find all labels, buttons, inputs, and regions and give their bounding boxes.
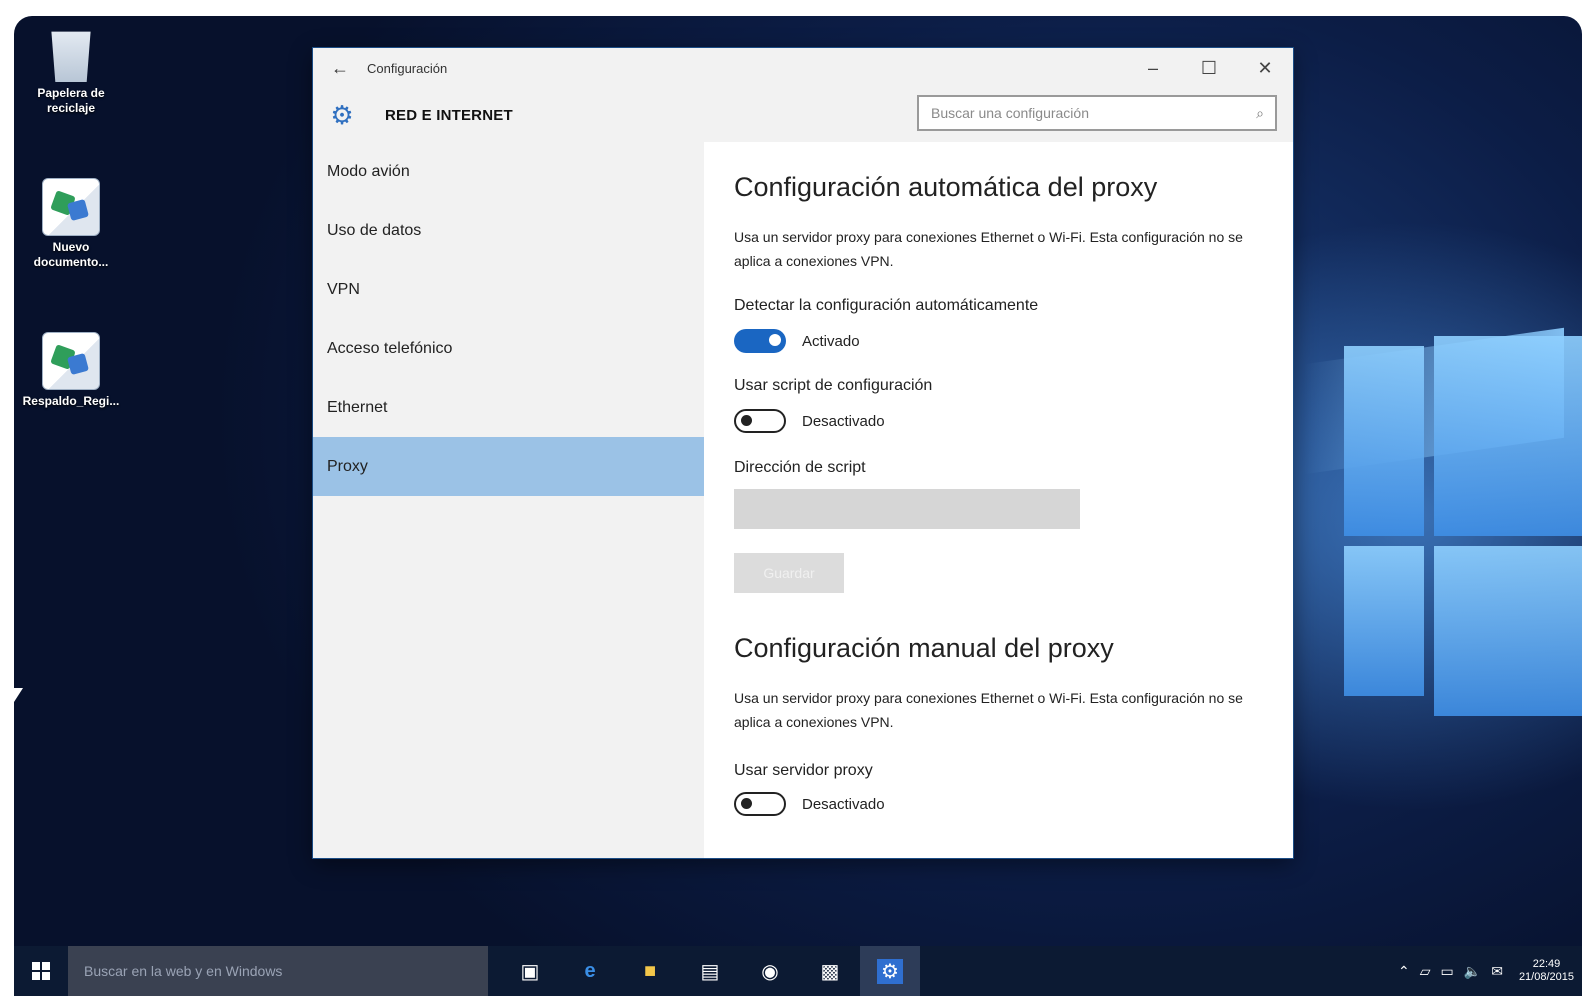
detect-settings-row: Activado [734, 329, 1293, 353]
clock[interactable]: 22:49 21/08/2015 [1519, 958, 1574, 984]
gear-icon: ⚙ [877, 958, 903, 984]
minimize-button[interactable]: – [1125, 48, 1181, 88]
taskbar: Buscar en la web y en Windows ▣ e ■ ▤ ◉ … [14, 946, 1582, 996]
task-view-icon: ▣ [520, 960, 540, 983]
window-title: Configuración [367, 60, 448, 76]
script-address-label: Dirección de script [734, 459, 866, 476]
sidebar-nav: Modo avión Uso de datos VPN Acceso telef… [313, 142, 704, 858]
close-button[interactable]: ✕ [1237, 48, 1293, 88]
folder-icon: ■ [643, 959, 657, 982]
clock-time: 22:49 [1532, 958, 1561, 970]
clapper-icon: ▩ [820, 960, 840, 983]
toggle-knob [741, 798, 752, 809]
use-proxy-label: Usar servidor proxy [734, 762, 873, 779]
wallpaper-pane [1344, 346, 1424, 536]
registry-file-icon [42, 178, 100, 236]
desktop-icon-label: Nuevo documento... [33, 240, 109, 269]
auto-proxy-heading: Configuración automática del proxy [734, 172, 1158, 202]
title-bar: ← Configuración – ☐ ✕ [313, 48, 1293, 88]
settings-header: ⚙ RED E INTERNET ⌕ [313, 88, 1293, 142]
maximize-button[interactable]: ☐ [1181, 48, 1237, 88]
maximize-icon: ☐ [1200, 57, 1218, 78]
minimize-icon: – [1147, 57, 1158, 78]
edge-icon: e [584, 959, 596, 982]
start-button[interactable] [14, 946, 68, 996]
manual-proxy-description: Usa un servidor proxy para conexiones Et… [734, 690, 1243, 730]
task-view-button[interactable]: ▣ [500, 946, 560, 996]
wallpaper-pane [1434, 546, 1582, 716]
network-icon[interactable]: ▱ [1420, 963, 1431, 980]
use-proxy-state: Desactivado [802, 795, 885, 813]
use-script-label: Usar script de configuración [734, 377, 933, 394]
sidebar-item-proxy[interactable]: Proxy [313, 437, 704, 496]
auto-proxy-description: Usa un servidor proxy para conexiones Et… [734, 229, 1243, 269]
script-address-input[interactable] [734, 489, 1080, 529]
use-proxy-toggle[interactable] [734, 792, 786, 816]
settings-search: ⌕ [917, 95, 1277, 131]
use-script-toggle[interactable] [734, 409, 786, 433]
store-button[interactable]: ▤ [680, 946, 740, 996]
sidebar-item-uso-de-datos[interactable]: Uso de datos [313, 201, 704, 260]
clock-date: 21/08/2015 [1518, 971, 1574, 983]
settings-taskbar-button[interactable]: ⚙ [860, 946, 920, 996]
system-tray: ⌃ ▱ ▭ 🔈 ✉ 22:49 21/08/2015 [1388, 946, 1574, 996]
movies-button[interactable]: ▩ [800, 946, 860, 996]
back-arrow-icon: ← [331, 57, 349, 78]
desktop-icon-recycle-bin[interactable]: Papelera de reciclaje [16, 26, 126, 116]
proxy-settings: Configuración automática del proxy Usa u… [734, 142, 1293, 858]
desktop-icon-document[interactable]: Nuevo documento... [16, 178, 126, 270]
windows-logo-icon [32, 962, 50, 980]
save-button[interactable]: Guardar [734, 553, 844, 593]
toggle-knob [769, 334, 781, 346]
store-icon: ▤ [700, 960, 720, 983]
sidebar-item-modo-avion[interactable]: Modo avión [313, 142, 704, 201]
page-title: RED E INTERNET [385, 106, 513, 124]
use-proxy-row: Desactivado [734, 792, 1293, 816]
manual-proxy-heading: Configuración manual del proxy [734, 633, 1114, 663]
use-script-state: Desactivado [802, 412, 885, 430]
desktop-icon-label: Respaldo_Regi... [22, 394, 120, 408]
desktop-icon-registry-backup[interactable]: Respaldo_Regi... [16, 332, 126, 409]
close-icon: ✕ [1257, 57, 1273, 78]
edge-button[interactable]: e [560, 946, 620, 996]
settings-window: ← Configuración – ☐ ✕ ⚙ RED E INTERNET ⌕… [313, 48, 1293, 858]
search-input[interactable] [919, 104, 1245, 122]
window-controls: – ☐ ✕ [1125, 48, 1293, 88]
file-explorer-button[interactable]: ■ [620, 946, 680, 996]
recycle-bin-icon [51, 31, 91, 82]
detect-settings-toggle[interactable] [734, 329, 786, 353]
desktop-icon-label: Papelera de reciclaje [37, 86, 105, 115]
sidebar-item-vpn[interactable]: VPN [313, 260, 704, 319]
notifications-icon[interactable]: ✉ [1491, 963, 1503, 980]
registry-file-icon [42, 332, 100, 390]
search-icon[interactable]: ⌕ [1245, 105, 1275, 122]
mouse-cursor-icon [14, 688, 23, 702]
sidebar-item-ethernet[interactable]: Ethernet [313, 378, 704, 437]
detect-settings-state: Activado [802, 332, 860, 350]
use-script-row: Desactivado [734, 409, 1293, 433]
taskbar-search[interactable]: Buscar en la web y en Windows [68, 946, 488, 996]
volume-icon[interactable]: 🔈 [1464, 963, 1481, 980]
display-icon[interactable]: ▭ [1441, 963, 1454, 980]
detect-settings-label: Detectar la configuración automáticament… [734, 297, 1039, 314]
sidebar-item-acceso-telefonico[interactable]: Acceso telefónico [313, 319, 704, 378]
chevron-up-icon[interactable]: ⌃ [1398, 963, 1410, 980]
media-icon: ◉ [761, 960, 779, 983]
taskbar-apps: ▣ e ■ ▤ ◉ ▩ ⚙ [500, 946, 920, 996]
gear-icon: ⚙ [330, 100, 354, 130]
media-player-button[interactable]: ◉ [740, 946, 800, 996]
wallpaper-pane [1434, 336, 1582, 536]
toggle-knob [741, 415, 752, 426]
wallpaper-pane [1344, 546, 1424, 696]
back-button[interactable]: ← [313, 48, 367, 88]
